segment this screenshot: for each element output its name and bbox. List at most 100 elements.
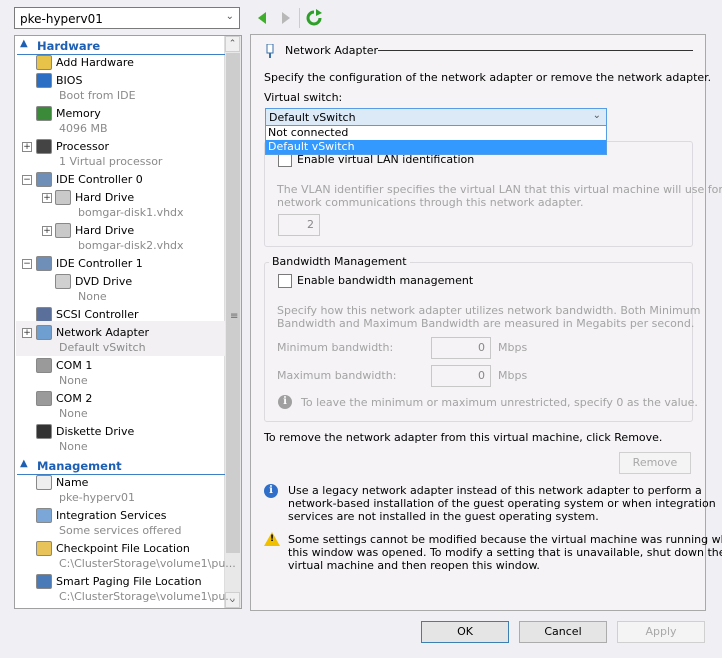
- vlan-help: network communications through this netw…: [277, 196, 584, 209]
- scroll-up-button[interactable]: ⌃: [225, 36, 240, 52]
- option-default-vswitch[interactable]: Default vSwitch: [266, 140, 606, 154]
- tree-item-title: IDE Controller 1: [56, 257, 143, 270]
- tree-item-subtitle: bomgar-disk2.vhdx: [78, 239, 184, 252]
- add-hardware-icon: [36, 55, 52, 70]
- integration-services-icon: [36, 508, 52, 523]
- warning-icon: !: [264, 532, 280, 546]
- scroll-thumb[interactable]: ≡: [226, 53, 240, 553]
- tree-item-smart-paging-file-location[interactable]: Smart Paging File Location C:\ClusterStor…: [16, 574, 236, 607]
- tree-scrollbar[interactable]: ⌃ ≡ ⌄: [224, 36, 241, 608]
- tree-item-title: Processor: [56, 140, 109, 153]
- diskette-icon: [36, 424, 52, 439]
- tree-item-hard-drive[interactable]: + Hard Drive bomgar-disk2.vhdx: [16, 223, 225, 256]
- tree-item-subtitle: None: [59, 440, 88, 453]
- network-adapter-icon: [266, 44, 274, 58]
- refresh-button[interactable]: [305, 9, 323, 30]
- back-button[interactable]: [255, 10, 269, 29]
- tree-item-subtitle: None: [78, 290, 107, 303]
- tree-item-network-adapter[interactable]: + Network Adapter Default vSwitch: [16, 321, 225, 356]
- tree-item-integration-services[interactable]: Integration Services Some services offere…: [16, 508, 225, 541]
- tree-item-title: Memory: [56, 107, 101, 120]
- com-port-icon: [36, 358, 52, 373]
- warning-text: Some settings cannot be modified because…: [288, 533, 722, 546]
- tree-item-subtitle: Boot from IDE: [59, 89, 136, 102]
- scsi-controller-icon: [36, 307, 52, 322]
- tree-item-subtitle: C:\ClusterStorage\volume1\pu...: [59, 557, 236, 570]
- collapse-icon[interactable]: −: [22, 175, 32, 185]
- tree-item-com-1[interactable]: COM 1 None: [16, 358, 225, 391]
- apply-button[interactable]: Apply: [617, 621, 705, 643]
- tree-item-add-hardware[interactable]: Add Hardware: [16, 55, 225, 73]
- ok-button[interactable]: OK: [421, 621, 509, 643]
- toolbar-divider: [299, 8, 300, 28]
- tree-item-title: Smart Paging File Location: [56, 575, 202, 588]
- name-icon: [36, 475, 52, 490]
- cancel-button[interactable]: Cancel: [519, 621, 607, 643]
- back-arrow-icon: [258, 12, 266, 24]
- section-hardware[interactable]: ▲ Hardware: [17, 37, 225, 55]
- vlan-checkbox[interactable]: [278, 153, 292, 167]
- virtual-switch-value: Default vSwitch: [269, 111, 356, 124]
- hard-drive-icon: [55, 223, 71, 238]
- tree-item-checkpoint-file-location[interactable]: Checkpoint File Location C:\ClusterStorag…: [16, 541, 236, 574]
- memory-icon: [36, 106, 52, 121]
- tree-item-subtitle: 1 Virtual processor: [59, 155, 163, 168]
- max-bandwidth-input[interactable]: 0: [431, 365, 491, 387]
- expand-icon[interactable]: +: [22, 142, 32, 152]
- tree-item-diskette-drive[interactable]: Diskette Drive None: [16, 424, 225, 457]
- hard-drive-icon: [55, 190, 71, 205]
- grip-icon: ≡: [230, 311, 239, 322]
- tree-item-name[interactable]: Name pke-hyperv01: [16, 475, 225, 508]
- expand-icon[interactable]: +: [22, 328, 32, 338]
- tree-item-subtitle: Default vSwitch: [59, 341, 146, 354]
- bandwidth-checkbox[interactable]: [278, 274, 292, 288]
- tree-item-title: BIOS: [56, 74, 83, 87]
- ide-controller-icon: [36, 256, 52, 271]
- tree-item-memory[interactable]: Memory 4096 MB: [16, 106, 225, 139]
- virtual-switch-select[interactable]: Default vSwitch ⌄: [265, 108, 607, 126]
- collapse-icon[interactable]: −: [22, 259, 32, 269]
- tree-item-title: SCSI Controller: [56, 308, 139, 321]
- bandwidth-help: Specify how this network adapter utilize…: [277, 304, 701, 317]
- tree-item-title: Network Adapter: [56, 326, 150, 339]
- info-icon: i: [264, 484, 278, 498]
- ide-controller-icon: [36, 172, 52, 187]
- collapse-icon: ▲: [20, 458, 28, 469]
- tree-item-bios[interactable]: BIOS Boot from IDE: [16, 73, 225, 106]
- tree-item-com-2[interactable]: COM 2 None: [16, 391, 225, 424]
- option-not-connected[interactable]: Not connected: [266, 126, 606, 140]
- max-bandwidth-label: Maximum bandwidth:: [277, 369, 397, 382]
- min-unit: Mbps: [498, 341, 528, 354]
- tree-item-title: Hard Drive: [75, 191, 135, 204]
- tree-item-hard-drive[interactable]: + Hard Drive bomgar-disk1.vhdx: [16, 190, 225, 223]
- tree-item-ide-controller-0[interactable]: − IDE Controller 0: [16, 172, 225, 190]
- min-bandwidth-label: Minimum bandwidth:: [277, 341, 394, 354]
- min-bandwidth-input[interactable]: 0: [431, 337, 491, 359]
- bandwidth-help: Bandwidth and Maximum Bandwidth are meas…: [277, 317, 695, 330]
- tree-item-subtitle: C:\ClusterStorage\volume1\pu...: [59, 590, 236, 603]
- tree-item-title: Checkpoint File Location: [56, 542, 190, 555]
- warning-text: this window was opened. To modify a sett…: [288, 546, 722, 559]
- expand-icon[interactable]: +: [42, 193, 52, 203]
- tree-item-subtitle: None: [59, 407, 88, 420]
- expand-icon[interactable]: +: [42, 226, 52, 236]
- vm-selector[interactable]: pke-hyperv01 ⌄: [14, 7, 240, 29]
- info-text: network-based installation of the guest …: [288, 497, 716, 510]
- forward-button[interactable]: [279, 10, 293, 29]
- pane-title: Network Adapter: [285, 44, 379, 57]
- vlan-id-input[interactable]: 2: [278, 214, 320, 236]
- remove-button[interactable]: Remove: [619, 452, 691, 474]
- tree-item-dvd-drive[interactable]: DVD Drive None: [16, 274, 225, 307]
- tree-item-title: COM 1: [56, 359, 93, 372]
- tree-item-subtitle: 4096 MB: [59, 122, 108, 135]
- tree-item-processor[interactable]: + Processor 1 Virtual processor: [16, 139, 225, 172]
- chevron-down-icon: ⌄: [592, 110, 601, 121]
- network-adapter-icon: [36, 325, 52, 340]
- tree-item-title: Add Hardware: [56, 56, 134, 69]
- section-management[interactable]: ▲ Management: [17, 457, 225, 475]
- bios-icon: [36, 73, 52, 88]
- tree-item-subtitle: bomgar-disk1.vhdx: [78, 206, 184, 219]
- tree-item-title: Name: [56, 476, 89, 489]
- tree-item-subtitle: pke-hyperv01: [59, 491, 135, 504]
- tree-item-ide-controller-1[interactable]: − IDE Controller 1: [16, 256, 225, 274]
